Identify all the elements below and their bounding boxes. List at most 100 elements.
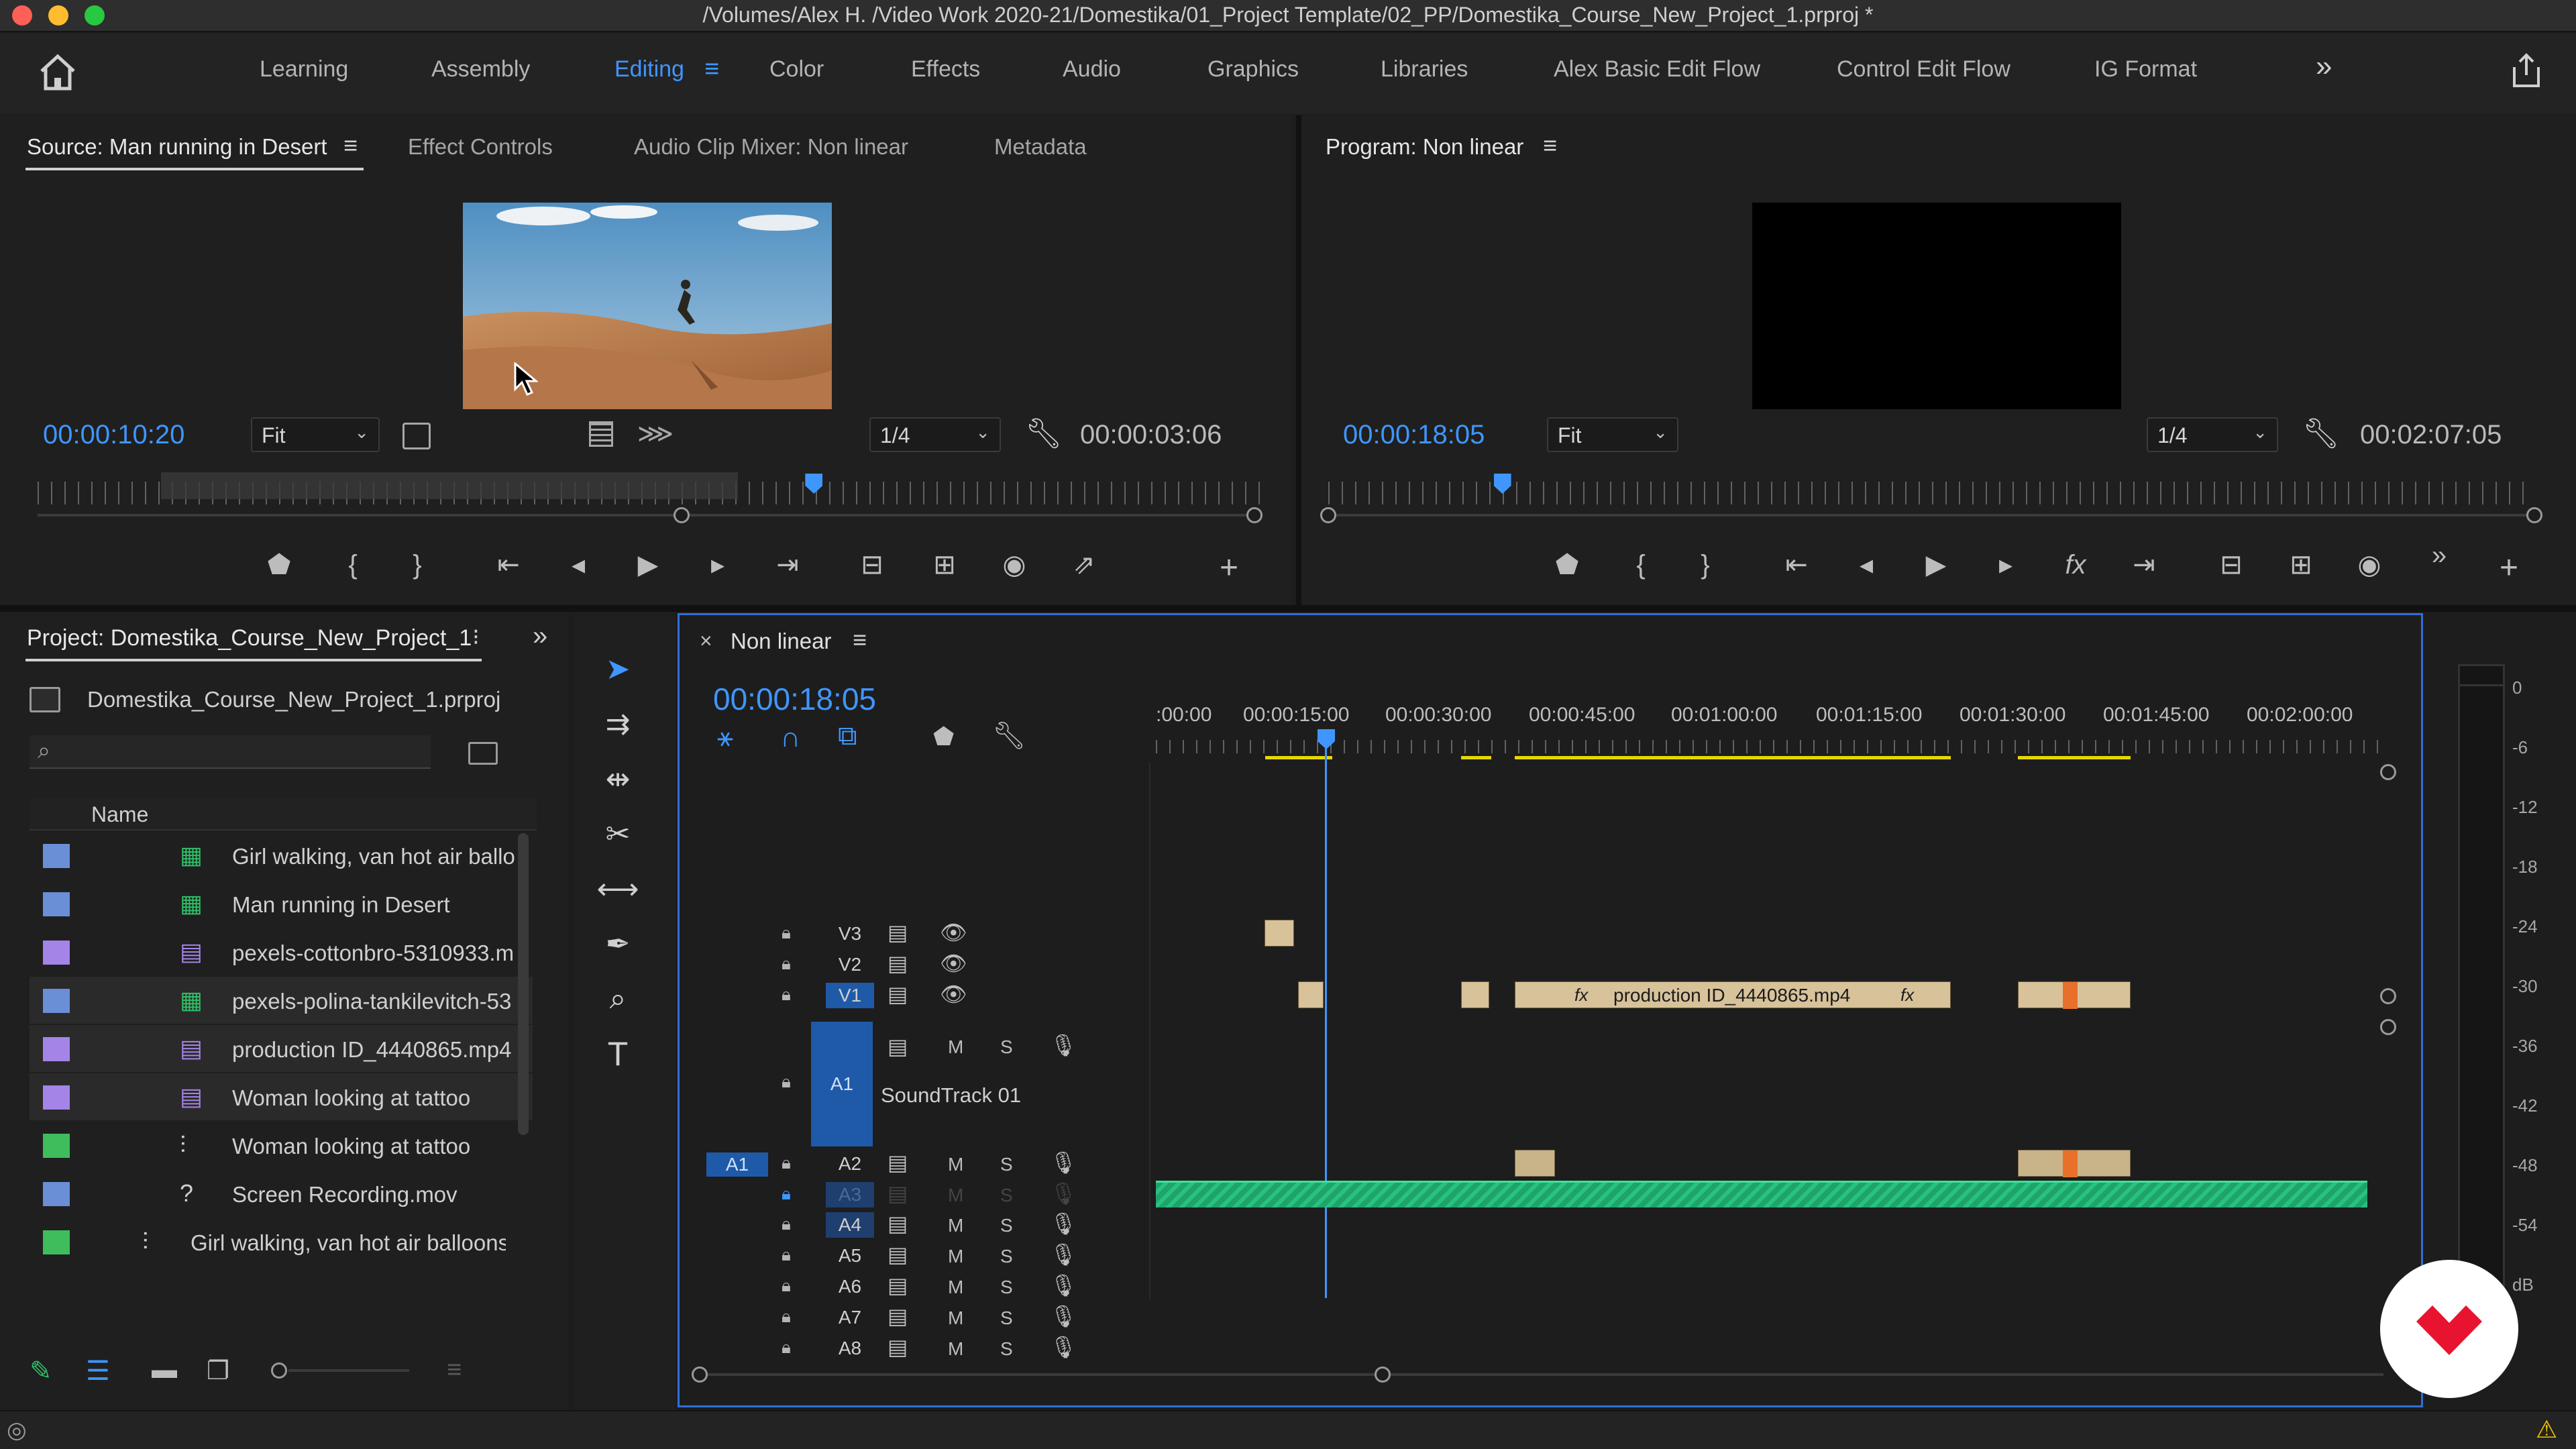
- export-frame-icon[interactable]: ⇗: [1064, 545, 1104, 585]
- track-label[interactable]: A7: [826, 1305, 874, 1330]
- program-go-to-in-icon[interactable]: ⇤: [1776, 545, 1817, 585]
- type-tool-icon[interactable]: T: [594, 1030, 641, 1077]
- insert-icon[interactable]: ⊟: [852, 545, 892, 585]
- selection-tool-icon[interactable]: ➤: [594, 645, 641, 692]
- source-fit-select[interactable]: Fit ⌄: [251, 417, 380, 452]
- track-lock-icon[interactable]: 🔒︎: [782, 1071, 791, 1093]
- mute-button[interactable]: M: [948, 1154, 963, 1175]
- program-zoom-handle-right[interactable]: [2526, 507, 2542, 523]
- mute-button[interactable]: M: [948, 1215, 963, 1236]
- razor-tool-icon[interactable]: ✂: [594, 810, 641, 857]
- track-label[interactable]: A3: [826, 1182, 874, 1208]
- project-item[interactable]: ▦ Girl walking, van hot air ballo: [30, 832, 533, 879]
- camera-icon[interactable]: ◉: [994, 545, 1034, 585]
- track-lock-icon[interactable]: 🔒︎: [782, 953, 791, 975]
- fx-icon[interactable]: fx: [2055, 545, 2096, 585]
- track-lock-icon[interactable]: 🔒︎: [782, 1306, 791, 1328]
- a2-clip-2[interactable]: [2018, 1150, 2131, 1177]
- video-tracks-scroll[interactable]: [2380, 988, 2396, 1004]
- mute-button[interactable]: M: [948, 1185, 963, 1206]
- program-fit-select[interactable]: Fit ⌄: [1547, 417, 1678, 452]
- program-add-button-icon[interactable]: +: [2489, 547, 2529, 588]
- icon-view-icon[interactable]: ▬: [152, 1356, 177, 1385]
- solo-button[interactable]: S: [1000, 1154, 1013, 1175]
- visibility-eye-icon[interactable]: 👁︎: [940, 951, 967, 976]
- project-title[interactable]: Project: Domestika_Course_New_Project_1: [27, 625, 472, 651]
- solo-button[interactable]: S: [1000, 1036, 1013, 1058]
- track-lock-icon[interactable]: 🔒︎: [782, 1337, 791, 1358]
- project-item[interactable]: ▤ pexels-cottonbro-5310933.m: [30, 928, 533, 975]
- sync-lock-icon[interactable]: ▤: [888, 920, 908, 945]
- program-timecode[interactable]: 00:00:18:05: [1343, 420, 1485, 450]
- track-lock-icon[interactable]: 🔒︎: [782, 1183, 791, 1205]
- sequence-tab[interactable]: Non linear: [731, 629, 831, 654]
- track-label[interactable]: V3: [826, 921, 874, 947]
- zoom-slider-handle[interactable]: [271, 1362, 287, 1379]
- workspace-libraries[interactable]: Libraries: [1381, 56, 1468, 83]
- project-item[interactable]: ▤ Woman looking at tattoo: [30, 1073, 533, 1120]
- workspace-learning[interactable]: Learning: [260, 56, 348, 83]
- workspace-assembly[interactable]: Assembly: [431, 56, 530, 83]
- project-item[interactable]: ▤ production ID_4440865.mp4: [30, 1025, 533, 1072]
- sync-lock-icon[interactable]: ▤: [888, 1034, 908, 1059]
- zoom-tool-icon[interactable]: ⌕: [594, 975, 641, 1022]
- pen-tool-icon[interactable]: ✒: [594, 920, 641, 967]
- program-play-icon[interactable]: ▶: [1916, 545, 1956, 585]
- timeline-hscroll-right[interactable]: [1375, 1366, 1391, 1383]
- tab-effect-controls[interactable]: Effect Controls: [408, 134, 553, 160]
- sync-lock-icon[interactable]: ▤: [888, 1334, 908, 1360]
- sync-lock-icon[interactable]: ▤: [888, 1242, 908, 1267]
- solo-button[interactable]: S: [1000, 1277, 1013, 1298]
- program-mark-out-icon[interactable]: }: [1685, 545, 1725, 585]
- step-forward-icon[interactable]: ▸: [698, 545, 738, 585]
- program-wrench-icon[interactable]: 🔧︎: [2302, 416, 2340, 451]
- workspace-color[interactable]: Color: [769, 56, 824, 83]
- voiceover-mic-icon[interactable]: 🎙︎: [1050, 1181, 1077, 1206]
- timeline-hscroll-left[interactable]: [692, 1366, 708, 1383]
- color-label-swatch[interactable]: [43, 1037, 70, 1061]
- voiceover-mic-icon[interactable]: 🎙︎: [1050, 1211, 1077, 1236]
- ripple-edit-tool-icon[interactable]: ⇹: [594, 755, 641, 802]
- project-menu-icon[interactable]: ⁝: [472, 624, 480, 651]
- workspace-ig-format[interactable]: IG Format: [2094, 56, 2197, 83]
- play-icon[interactable]: ▶: [628, 545, 668, 585]
- project-search-input[interactable]: [30, 735, 431, 769]
- color-label-swatch[interactable]: [43, 844, 70, 868]
- solo-button[interactable]: S: [1000, 1338, 1013, 1360]
- source-menu-icon[interactable]: ≡: [343, 131, 358, 160]
- color-label-swatch[interactable]: [43, 941, 70, 965]
- project-item[interactable]: ⫶ Girl walking, van hot air balloons: [30, 1218, 533, 1265]
- project-expand-icon[interactable]: »: [533, 621, 547, 651]
- source-patch-a1[interactable]: A1: [706, 1152, 768, 1177]
- project-item[interactable]: ? Screen Recording.mov: [30, 1170, 533, 1217]
- more-workspaces-icon[interactable]: »: [2316, 50, 2332, 83]
- sync-lock-icon[interactable]: ▤: [888, 1150, 908, 1175]
- home-icon[interactable]: [38, 54, 78, 91]
- project-item[interactable]: ▦ pexels-polina-tankilevitch-53: [30, 977, 533, 1024]
- visibility-eye-icon[interactable]: 👁︎: [940, 981, 967, 1007]
- program-camera-icon[interactable]: ◉: [2349, 545, 2390, 585]
- sort-icon[interactable]: ≡: [447, 1356, 462, 1385]
- step-back-icon[interactable]: ◂: [558, 545, 598, 585]
- solo-button[interactable]: S: [1000, 1185, 1013, 1206]
- color-label-swatch[interactable]: [43, 1230, 70, 1254]
- warning-icon[interactable]: ⚠: [2536, 1415, 2557, 1444]
- tab-source[interactable]: Source: Man running in Desert: [27, 134, 327, 160]
- color-label-swatch[interactable]: [43, 989, 70, 1013]
- workspace-alex-basic-edit-flow[interactable]: Alex Basic Edit Flow: [1554, 56, 1760, 83]
- timeline-timecode[interactable]: 00:00:18:05: [713, 681, 876, 717]
- track-label[interactable]: A5: [826, 1243, 874, 1269]
- track-select-tool-icon[interactable]: ⇉: [594, 700, 641, 747]
- solo-button[interactable]: S: [1000, 1215, 1013, 1236]
- v1-clip-production[interactable]: fx production ID_4440865.mp4 fx: [1515, 981, 1951, 1008]
- overwrite-icon[interactable]: ⊞: [924, 545, 965, 585]
- program-zoom-handle-left[interactable]: [1320, 507, 1336, 523]
- slip-tool-icon[interactable]: ⟷: [594, 865, 641, 912]
- audio-tracks-scroll-top[interactable]: [2380, 1019, 2396, 1035]
- voiceover-mic-icon[interactable]: 🎙︎: [1050, 1032, 1077, 1058]
- track-label[interactable]: V2: [826, 952, 874, 977]
- color-label-swatch[interactable]: [43, 1182, 70, 1206]
- track-label[interactable]: A1: [811, 1022, 873, 1146]
- source-timecode[interactable]: 00:00:10:20: [43, 420, 184, 450]
- program-go-to-out-icon[interactable]: ⇥: [2124, 545, 2164, 585]
